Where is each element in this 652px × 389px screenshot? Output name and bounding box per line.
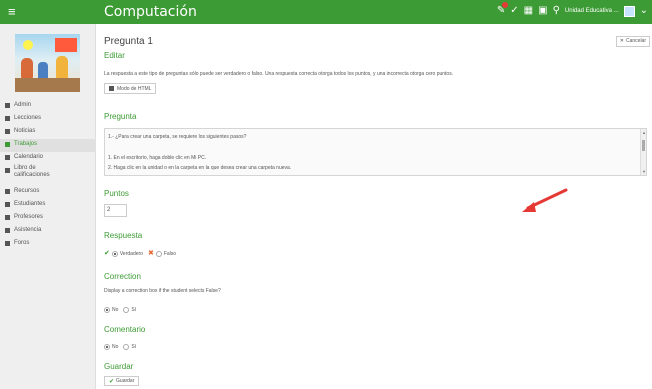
sidebar-item-estudiantes[interactable]: Estudiantes [0,199,96,212]
notifications-icon[interactable]: ✎ [497,2,509,17]
tools-icon[interactable]: ✓ [510,5,518,17]
cancel-button-label: Cancelar [625,38,646,44]
calendar-icon[interactable]: ▦ [524,5,533,17]
sidebar-item-profesores[interactable]: Profesores [0,212,96,225]
question-line: 1. En el escritorio, haga doble clic en … [108,155,207,161]
calendar-icon [5,155,10,160]
top-bar: ≡ Computación ✎ ✓ ▦ ▣ ⚲ Unidad Educativa… [0,0,652,24]
sidebar-item-trabajos[interactable]: Trabajos [0,139,96,152]
answer-false-label: Falso [163,250,177,257]
sidebar-item-asistencia[interactable]: Asistencia [0,225,96,238]
points-input[interactable]: 2 [104,204,127,217]
sidebar-item-lecciones[interactable]: Lecciones [0,113,96,126]
app-title: Computación [104,4,197,20]
answer-true-label: Verdadero [119,250,143,257]
sidebar-item-recursos[interactable]: Recursos [0,186,96,199]
editor-scrollbar[interactable]: ▲ ▼ [640,129,646,175]
comment-no-label: No [112,343,119,350]
correction-no-label: No [112,306,119,313]
correction-yes-label: Sí [131,306,137,313]
sidebar-item-label: calificaciones [14,172,50,178]
question-line: 2. Haga clic en la unidad o en la carpet… [108,165,292,171]
assignments-icon [5,142,10,147]
sidebar-item-label: Profesores [14,214,44,220]
answer-heading: Respuesta [104,231,143,240]
sidebar-item-label: Estudiantes [14,201,46,207]
sidebar-item-noticias[interactable]: Noticias [0,126,96,139]
sidebar-item-calendario[interactable]: Calendario [0,152,96,165]
sidebar-item-label: Foros [14,240,30,246]
sidebar-item-label: Admin [14,102,32,108]
question-heading: Pregunta [104,112,137,121]
sidebar-item-foros[interactable]: Foros [0,238,96,251]
scroll-up-icon[interactable]: ▲ [642,130,646,135]
sidebar: Admin Lecciones Noticias Trabajos Calend… [0,24,96,389]
html-mode-label: Modo de HTML [117,85,152,92]
comment-yes-radio[interactable] [123,343,130,350]
main-content: Pregunta 1 Editar ✕ Cancelar La respuest… [104,24,652,389]
sidebar-item-admin[interactable]: Admin [0,100,96,113]
menu-toggle-area[interactable]: ≡ [0,0,96,24]
chevron-down-icon[interactable]: ⌄ [640,5,648,17]
news-icon [5,129,10,134]
resources-icon [5,189,10,194]
cancel-button[interactable]: ✕ Cancelar [615,36,650,47]
hamburger-menu-icon[interactable]: ≡ [8,5,16,19]
sidebar-item-calificaciones[interactable]: Libro de calificaciones [0,165,96,186]
gradebook-icon [5,168,10,173]
comment-heading: Comentario [104,325,146,334]
page-title: Pregunta 1 [104,36,153,47]
page-subtitle: Editar [104,51,125,60]
gear-icon [5,103,10,108]
answer-false-radio[interactable] [155,250,162,257]
sidebar-item-label: Lecciones [14,115,42,121]
scrollbar-thumb[interactable] [642,140,645,151]
comment-no-radio[interactable] [104,343,110,350]
comment-options: No Sí [104,342,136,351]
correction-no-radio[interactable] [104,306,110,313]
close-icon: ✕ [619,38,624,44]
correction-heading: Correction [104,272,141,281]
answer-options: ✔ Verdadero ✖ Falso [104,249,176,258]
help-icon[interactable]: ▣ [538,5,547,17]
class-image [15,34,80,92]
correction-yes-radio[interactable] [123,306,130,313]
avatar[interactable] [623,5,635,17]
teachers-icon [5,215,10,220]
check-icon: ✔ [109,378,115,385]
sidebar-item-label: Trabajos [14,141,38,147]
question-type-description: La respuesta a este tipo de preguntas só… [104,71,454,77]
sidebar-nav: Admin Lecciones Noticias Trabajos Calend… [0,100,96,251]
correction-description: Display a correction box if the student … [104,288,221,294]
answer-true-radio[interactable] [111,250,118,257]
comment-yes-label: Sí [131,343,137,350]
question-editor[interactable]: 1.- ¿Para crear una carpeta, se requiere… [104,128,647,176]
annotation-arrow-icon [522,188,568,212]
check-icon: ✔ [104,250,110,257]
save-heading: Guardar [104,362,134,371]
sidebar-item-label: Recursos [14,188,40,194]
lessons-icon [5,116,10,121]
cross-icon: ✖ [147,250,154,257]
attendance-icon [5,228,10,233]
search-icon[interactable]: ⚲ [553,5,560,17]
save-button-label: Guardar [116,378,135,384]
html-icon [109,86,114,91]
correction-options: No Sí [104,305,136,314]
save-button[interactable]: ✔ Guardar [104,376,140,386]
school-name[interactable]: Unidad Educativa ... [565,8,619,14]
students-icon [5,202,10,207]
sidebar-item-label: Libro de [14,165,36,171]
sidebar-item-label: Asistencia [14,227,42,233]
question-line: 1.- ¿Para crear una carpeta, se requiere… [108,134,247,140]
top-icons: ✎ ✓ ▦ ▣ ⚲ Unidad Educativa ... ⌄ [497,2,648,17]
forums-icon [5,241,10,246]
points-heading: Puntos [104,189,129,198]
html-mode-button[interactable]: Modo de HTML [104,83,157,94]
sidebar-item-label: Calendario [14,154,44,160]
scroll-down-icon[interactable]: ▼ [642,169,646,174]
sidebar-item-label: Noticias [14,128,36,134]
